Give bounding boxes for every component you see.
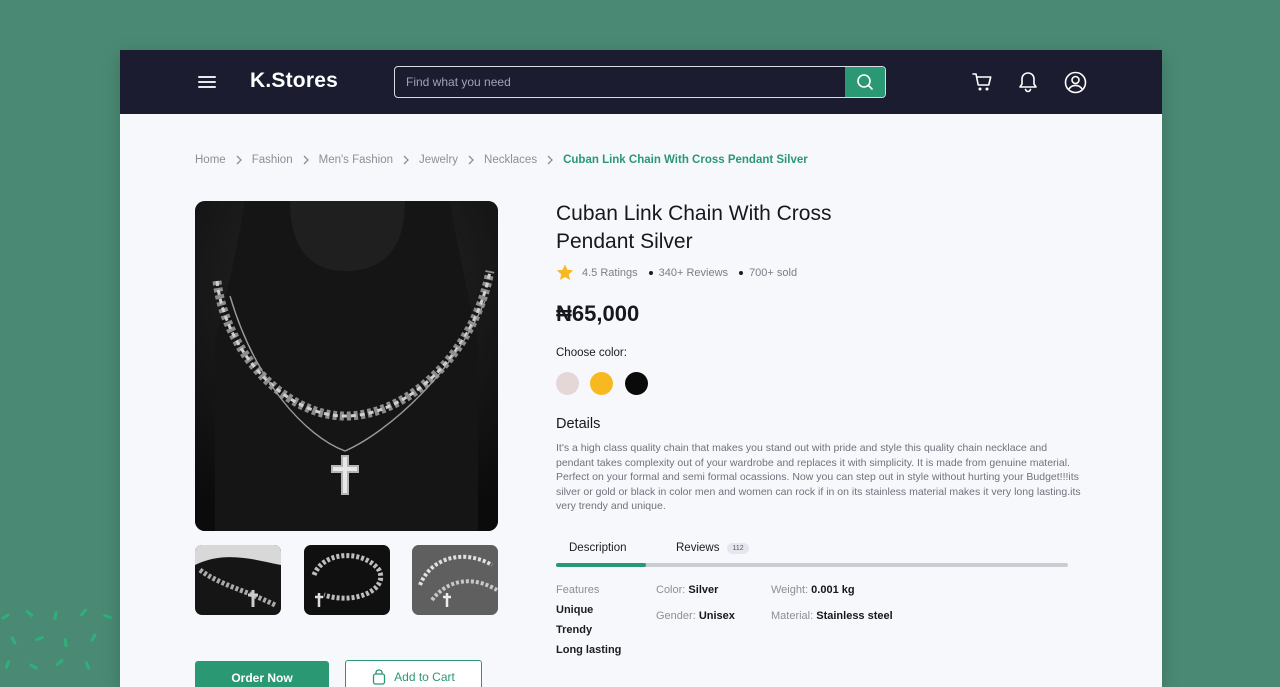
breadcrumb: Home Fashion Men's Fashion Jewelry Neckl… bbox=[195, 154, 808, 166]
spec-weight-label: Weight bbox=[771, 584, 806, 596]
thumbnail-image bbox=[195, 545, 281, 615]
tab-reviews[interactable]: Reviews 112 bbox=[676, 542, 749, 554]
spec-weight-value: 0.001 kg bbox=[811, 584, 855, 596]
color-swatch-gold[interactable] bbox=[590, 372, 613, 395]
decor-dash bbox=[25, 609, 34, 618]
product-title-line: Cuban Link Chain With Cross bbox=[556, 202, 832, 225]
store-logo[interactable]: K.Stores bbox=[250, 69, 338, 93]
add-to-cart-label: Add to Cart bbox=[394, 670, 455, 684]
feature-item: Unique bbox=[556, 604, 594, 616]
star-icon bbox=[556, 264, 574, 280]
spec-weight: Weight: 0.001 kg bbox=[771, 584, 855, 596]
breadcrumb-home[interactable]: Home bbox=[195, 154, 226, 166]
search-input[interactable] bbox=[395, 67, 845, 97]
shopping-bag-icon bbox=[372, 669, 386, 685]
top-navigation-bar: K.Stores bbox=[120, 50, 1162, 114]
decor-dash bbox=[53, 610, 58, 621]
separator-dot bbox=[739, 270, 744, 275]
decor-dash bbox=[34, 635, 45, 642]
details-heading: Details bbox=[556, 416, 601, 432]
breadcrumb-necklaces[interactable]: Necklaces bbox=[484, 154, 537, 166]
cart-button[interactable] bbox=[970, 70, 994, 94]
notifications-button[interactable] bbox=[1016, 70, 1040, 94]
store-window: K.Stores Find what you need Home Fashion… bbox=[120, 50, 1162, 687]
chevron-right-icon bbox=[236, 155, 242, 165]
spec-gender: Gender: Unisex bbox=[656, 610, 735, 622]
choose-color-label: Choose color: bbox=[556, 347, 627, 359]
spec-material-label: Material bbox=[771, 610, 811, 622]
cart-icon bbox=[972, 73, 992, 91]
spec-gender-value: Unisex bbox=[698, 610, 735, 622]
sold-count: 700+ sold bbox=[749, 266, 798, 279]
rating-text: 4.5 Ratings bbox=[582, 266, 638, 279]
spec-material-value: Stainless steel bbox=[816, 610, 893, 622]
hamburger-menu-icon[interactable] bbox=[196, 72, 218, 92]
breadcrumb-fashion[interactable]: Fashion bbox=[252, 154, 293, 166]
color-swatch-black[interactable] bbox=[625, 372, 648, 395]
spec-gender-label: Gender bbox=[656, 610, 693, 622]
reviews-count[interactable]: 340+ Reviews bbox=[659, 267, 728, 279]
reviews-count-badge: 112 bbox=[727, 542, 749, 554]
product-thumbnail[interactable] bbox=[412, 545, 498, 615]
search-bar bbox=[394, 66, 886, 98]
product-title: Cuban Link Chain With Cross Pendant Silv… bbox=[556, 200, 916, 256]
breadcrumb-mens-fashion[interactable]: Men's Fashion bbox=[319, 154, 393, 166]
breadcrumb-current: Cuban Link Chain With Cross Pendant Silv… bbox=[563, 154, 808, 166]
feature-item: Trendy bbox=[556, 624, 593, 636]
necklace-image bbox=[195, 201, 498, 531]
decor-dash bbox=[0, 612, 11, 621]
spec-material: Material: Stainless steel bbox=[771, 610, 893, 622]
decor-dash bbox=[28, 662, 39, 671]
add-to-cart-button[interactable]: Add to Cart bbox=[345, 660, 482, 687]
product-main-image[interactable] bbox=[195, 201, 498, 531]
order-now-button[interactable]: Order Now bbox=[195, 661, 329, 687]
bell-icon bbox=[1019, 72, 1037, 93]
thumbnail-image bbox=[304, 545, 390, 615]
tab-description[interactable]: Description bbox=[569, 542, 627, 554]
product-title-line: Pendant Silver bbox=[556, 230, 693, 253]
chevron-right-icon bbox=[468, 155, 474, 165]
color-swatch-rose[interactable] bbox=[556, 372, 579, 395]
product-thumbnail[interactable] bbox=[195, 545, 281, 615]
spec-color-value: Silver bbox=[688, 584, 719, 596]
search-icon bbox=[857, 74, 873, 90]
decor-dash bbox=[102, 613, 113, 620]
search-button[interactable] bbox=[845, 67, 885, 97]
profile-button[interactable] bbox=[1063, 70, 1087, 94]
tab-description-label: Description bbox=[569, 542, 627, 554]
decor-dash bbox=[79, 608, 88, 617]
decor-dash bbox=[89, 632, 98, 643]
spec-color: Color: Silver bbox=[656, 584, 719, 596]
tab-reviews-label: Reviews bbox=[676, 542, 720, 554]
thumbnail-image bbox=[412, 545, 498, 615]
chevron-right-icon bbox=[303, 155, 309, 165]
spec-color-label: Color bbox=[656, 584, 683, 596]
feature-item: Long lasting bbox=[556, 644, 622, 656]
features-label: Features bbox=[556, 584, 600, 596]
decor-dash bbox=[9, 635, 18, 646]
decor-dash bbox=[55, 658, 64, 667]
breadcrumb-jewelry[interactable]: Jewelry bbox=[419, 154, 458, 166]
product-thumbnail[interactable] bbox=[304, 545, 390, 615]
product-stats: 4.5 Ratings 340+ Reviews 700+ sold bbox=[556, 264, 797, 281]
chevron-right-icon bbox=[547, 155, 554, 165]
decor-dash bbox=[4, 659, 11, 670]
tab-active-indicator bbox=[556, 563, 646, 567]
user-circle-icon bbox=[1064, 71, 1086, 93]
tab-indicator-track bbox=[556, 563, 1068, 567]
product-price: ₦65,000 bbox=[556, 301, 640, 326]
details-description: It's a high class quality chain that mak… bbox=[556, 442, 1081, 512]
decor-dash bbox=[84, 660, 91, 671]
decor-dash bbox=[63, 637, 68, 648]
chevron-right-icon bbox=[403, 155, 409, 165]
separator-dot bbox=[648, 270, 653, 275]
